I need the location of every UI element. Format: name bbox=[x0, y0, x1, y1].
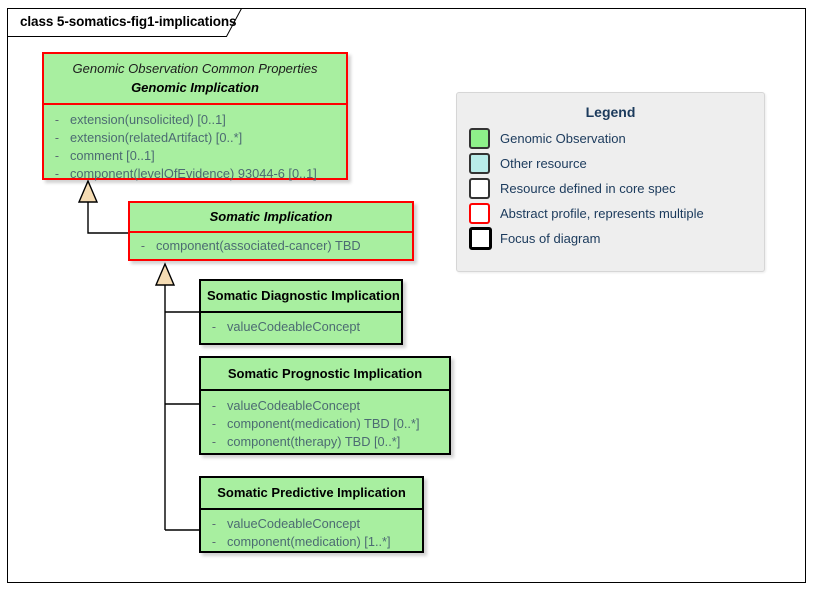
class-name: Somatic Diagnostic Implication bbox=[207, 288, 400, 303]
class-attributes-somatic-predictive-implication: - valueCodeableConcept - component(medic… bbox=[201, 510, 422, 557]
legend-swatch-other-resource bbox=[469, 153, 490, 174]
legend-label: Other resource bbox=[500, 156, 587, 171]
attribute-row: - valueCodeableConcept bbox=[201, 318, 397, 336]
attribute-row: - component(medication) TBD [0..*] bbox=[201, 415, 445, 433]
attribute-visibility: - bbox=[211, 517, 217, 531]
class-name: Somatic Predictive Implication bbox=[217, 485, 406, 500]
attribute-name: extension(unsolicited) [0..1] bbox=[70, 112, 226, 127]
class-header-somatic-implication: Somatic Implication bbox=[130, 203, 412, 233]
attribute-visibility: - bbox=[54, 167, 60, 181]
diagram-title-text: class 5-somatics-fig1-implications bbox=[20, 14, 237, 29]
attribute-row: - extension(relatedArtifact) [0..*] bbox=[44, 129, 342, 147]
attribute-visibility: - bbox=[54, 131, 60, 145]
attribute-name: component(therapy) TBD [0..*] bbox=[227, 434, 401, 449]
class-box-somatic-implication[interactable]: Somatic Implication - component(associat… bbox=[128, 201, 414, 261]
attribute-row: - extension(unsolicited) [0..1] bbox=[44, 111, 342, 129]
legend-label: Focus of diagram bbox=[500, 231, 601, 246]
class-box-genomic-implication[interactable]: Genomic Observation Common Properties Ge… bbox=[42, 52, 348, 181]
attribute-row: - component(levelOfEvidence) 93044-6 [0.… bbox=[44, 165, 342, 183]
attribute-name: comment [0..1] bbox=[70, 148, 155, 163]
legend-title: Legend bbox=[585, 104, 636, 120]
attribute-name: valueCodeableConcept bbox=[227, 516, 361, 531]
attribute-visibility: - bbox=[211, 535, 217, 549]
legend-label: Abstract profile, represents multiple bbox=[500, 206, 704, 221]
class-attributes-somatic-implication: - component(associated-cancer) TBD bbox=[130, 233, 412, 261]
attribute-row: - component(associated-cancer) TBD bbox=[130, 237, 408, 255]
class-box-somatic-prognostic-implication[interactable]: Somatic Prognostic Implication - valueCo… bbox=[199, 356, 451, 455]
attribute-name: valueCodeableConcept bbox=[227, 398, 361, 413]
attribute-row: - valueCodeableConcept bbox=[201, 397, 445, 415]
legend-swatch-genomic-observation bbox=[469, 128, 490, 149]
attribute-visibility: - bbox=[54, 149, 60, 163]
attribute-name: valueCodeableConcept bbox=[227, 319, 361, 334]
attribute-row: - component(therapy) TBD [0..*] bbox=[201, 433, 445, 451]
legend-item-abstract-profile: Abstract profile, represents multiple bbox=[457, 201, 764, 226]
diagram-title-tab: class 5-somatics-fig1-implications bbox=[7, 8, 245, 37]
class-stereotype: Genomic Observation Common Properties bbox=[72, 61, 318, 76]
attribute-row: - component(medication) [1..*] bbox=[201, 533, 418, 551]
attribute-visibility: - bbox=[211, 435, 217, 449]
legend-swatch-abstract-profile bbox=[469, 203, 490, 224]
attribute-visibility: - bbox=[140, 239, 146, 253]
legend-item-genomic-observation: Genomic Observation bbox=[457, 126, 764, 151]
attribute-visibility: - bbox=[211, 417, 217, 431]
attribute-visibility: - bbox=[54, 113, 60, 127]
diagram-canvas: class 5-somatics-fig1-implications Genom… bbox=[0, 0, 814, 597]
attribute-row: - comment [0..1] bbox=[44, 147, 342, 165]
class-name: Genomic Implication bbox=[131, 80, 259, 95]
legend-label: Resource defined in core spec bbox=[500, 181, 676, 196]
class-name: Somatic Prognostic Implication bbox=[227, 366, 423, 381]
legend-item-focus-of-diagram: Focus of diagram bbox=[457, 226, 764, 251]
attribute-name: component(medication) [1..*] bbox=[227, 534, 391, 549]
legend-label: Genomic Observation bbox=[500, 131, 626, 146]
class-header-somatic-predictive-implication: Somatic Predictive Implication bbox=[201, 478, 422, 510]
class-box-somatic-diagnostic-implication[interactable]: Somatic Diagnostic Implication - valueCo… bbox=[199, 279, 403, 345]
legend-item-other-resource: Other resource bbox=[457, 151, 764, 176]
legend-swatch-core-spec-resource bbox=[469, 178, 490, 199]
attribute-name: component(medication) TBD [0..*] bbox=[227, 416, 420, 431]
class-attributes-genomic-implication: - extension(unsolicited) [0..1] - extens… bbox=[44, 105, 346, 189]
attribute-name: component(levelOfEvidence) 93044-6 [0..1… bbox=[70, 166, 317, 181]
legend-swatch-focus-of-diagram bbox=[469, 227, 492, 250]
class-attributes-somatic-diagnostic-implication: - valueCodeableConcept bbox=[201, 313, 401, 342]
class-header-genomic-implication: Genomic Observation Common Properties Ge… bbox=[44, 54, 346, 105]
class-header-somatic-diagnostic-implication: Somatic Diagnostic Implication bbox=[201, 281, 401, 313]
attribute-name: component(associated-cancer) TBD bbox=[156, 238, 361, 253]
class-box-somatic-predictive-implication[interactable]: Somatic Predictive Implication - valueCo… bbox=[199, 476, 424, 553]
class-name: Somatic Implication bbox=[209, 209, 333, 224]
legend-item-core-spec-resource: Resource defined in core spec bbox=[457, 176, 764, 201]
attribute-name: extension(relatedArtifact) [0..*] bbox=[70, 130, 243, 145]
class-header-somatic-prognostic-implication: Somatic Prognostic Implication bbox=[201, 358, 449, 391]
attribute-row: - valueCodeableConcept bbox=[201, 515, 418, 533]
attribute-visibility: - bbox=[211, 399, 217, 413]
legend-panel: Legend Genomic Observation Other resourc… bbox=[456, 92, 765, 272]
class-attributes-somatic-prognostic-implication: - valueCodeableConcept - component(medic… bbox=[201, 391, 449, 457]
attribute-visibility: - bbox=[211, 320, 217, 334]
